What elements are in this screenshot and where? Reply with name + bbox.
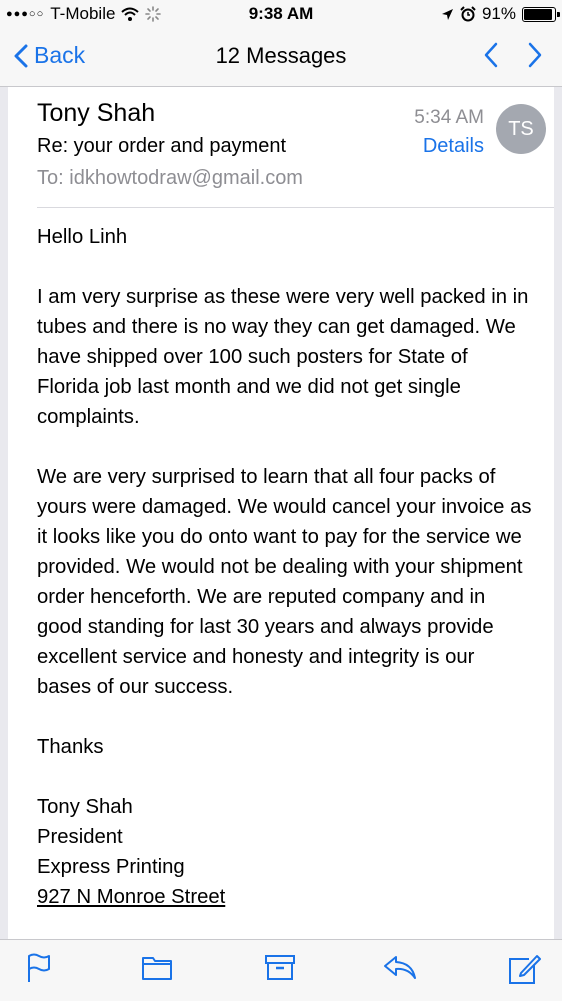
- battery-icon: [522, 6, 560, 22]
- closing: Thanks: [37, 736, 104, 758]
- navigation-bar: Back 12 Messages: [0, 30, 562, 87]
- next-message-icon[interactable]: [528, 42, 542, 68]
- message-nav-arrows: [484, 42, 542, 68]
- recipient-line: To: idkhowtodraw@gmail.com: [37, 167, 303, 190]
- status-right: 91%: [441, 4, 560, 24]
- body-paragraph-2: We are very surprised to learn that all …: [37, 466, 532, 698]
- greeting: Hello Linh: [37, 226, 128, 248]
- message-header: Tony Shah Re: your order and payment To:…: [37, 87, 554, 208]
- signature-name: Tony Shah: [37, 796, 133, 818]
- signature: Tony Shah President Express Printing 927…: [37, 792, 534, 912]
- signature-title: President: [37, 826, 123, 848]
- message-card: Tony Shah Re: your order and payment To:…: [8, 87, 554, 939]
- details-link[interactable]: Details: [423, 135, 484, 158]
- archive-icon[interactable]: [264, 953, 296, 981]
- signature-company: Express Printing: [37, 856, 185, 878]
- folder-icon[interactable]: [141, 953, 173, 981]
- nav-title: 12 Messages: [215, 43, 347, 68]
- message-view[interactable]: Tony Shah Re: your order and payment To:…: [0, 87, 562, 939]
- recipient-address[interactable]: idkhowtodraw@gmail.com: [69, 167, 303, 189]
- avatar[interactable]: TS: [496, 104, 546, 154]
- bottom-toolbar: [0, 939, 562, 1001]
- message-time: 5:34 AM: [414, 107, 484, 128]
- location-icon: [441, 8, 453, 20]
- reply-icon[interactable]: [382, 953, 418, 981]
- body-paragraph-1: I am very surprise as these were very we…: [37, 286, 529, 428]
- previous-message-icon[interactable]: [484, 42, 498, 68]
- flag-icon[interactable]: [26, 953, 52, 983]
- status-bar: ●●●○○ T-Mobile 9:38 AM 91%: [0, 0, 562, 30]
- to-label: To:: [37, 167, 64, 189]
- subject-line: Re: your order and payment: [37, 135, 287, 157]
- alarm-icon: [460, 6, 476, 22]
- sender-name[interactable]: Tony Shah: [37, 99, 155, 128]
- compose-icon[interactable]: [507, 953, 541, 985]
- message-body: Hello Linh I am very surprise as these w…: [37, 222, 534, 912]
- battery-percent: 91%: [481, 4, 516, 23]
- signature-address-link[interactable]: 927 N Monroe Street: [37, 882, 534, 912]
